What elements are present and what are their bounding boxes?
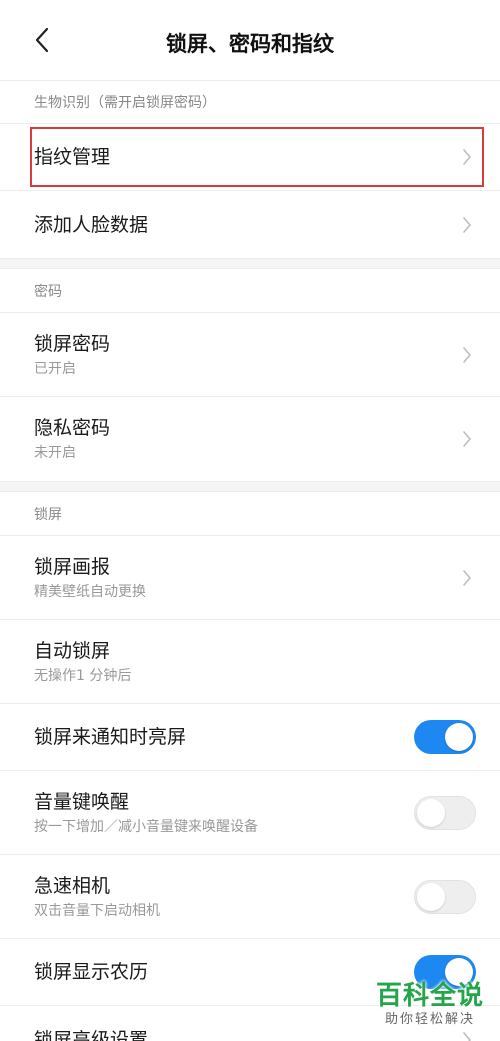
row-title: 锁屏显示农历 <box>34 961 149 983</box>
section-header-lockscreen: 锁屏 <box>0 492 500 536</box>
row-title: 锁屏高级设置 <box>34 1028 149 1041</box>
wake-on-notification-item[interactable]: 锁屏来通知时亮屏 <box>0 704 500 771</box>
row-title: 指纹管理 <box>34 146 111 168</box>
privacy-password-item[interactable]: 隐私密码 未开启 <box>0 397 500 481</box>
toggle-knob <box>417 798 445 827</box>
wake-on-notification-toggle[interactable] <box>414 720 476 754</box>
quick-camera-item[interactable]: 急速相机 双击音量下启动相机 <box>0 855 500 939</box>
chevron-right-icon <box>460 147 474 167</box>
lunar-calendar-toggle[interactable] <box>414 955 476 989</box>
row-title: 自动锁屏 <box>34 639 111 662</box>
row-subtitle: 精美壁纸自动更换 <box>34 583 146 600</box>
page-title: 锁屏、密码和指纹 <box>166 32 334 56</box>
row-title: 音量键唤醒 <box>34 790 130 813</box>
row-title: 锁屏来通知时亮屏 <box>34 726 187 748</box>
row-subtitle: 未开启 <box>34 445 76 461</box>
volume-key-wake-toggle[interactable] <box>414 795 476 830</box>
row-title: 急速相机 <box>34 874 111 897</box>
chevron-right-icon <box>460 1030 474 1041</box>
row-subtitle: 已开启 <box>34 360 76 377</box>
chevron-left-icon <box>35 27 49 53</box>
section-divider <box>0 481 500 492</box>
toggle-knob <box>445 723 473 751</box>
chevron-right-icon <box>460 215 474 235</box>
settings-page: 锁屏、密码和指纹 生物识别（需开启锁屏密码） 指纹管理 添加人脸数据 密码 锁屏… <box>0 0 500 1041</box>
section-header-biometrics: 生物识别（需开启锁屏密码） <box>0 81 500 124</box>
row-title: 锁屏密码 <box>34 332 111 355</box>
lunar-calendar-item[interactable]: 锁屏显示农历 <box>0 939 500 1006</box>
toggle-knob <box>445 958 473 986</box>
add-face-data-item[interactable]: 添加人脸数据 <box>0 191 500 258</box>
volume-key-wake-item[interactable]: 音量键唤醒 按一下增加／减小音量键来唤醒设备 <box>0 771 500 855</box>
section-header-password: 密码 <box>0 269 500 313</box>
chevron-right-icon <box>460 568 474 588</box>
row-subtitle: 无操作1 分钟后 <box>34 667 132 684</box>
section-divider <box>0 258 500 269</box>
row-title: 隐私密码 <box>34 417 111 439</box>
toggle-knob <box>417 882 445 911</box>
row-title: 锁屏画报 <box>34 555 111 578</box>
title-bar: 锁屏、密码和指纹 <box>0 0 500 81</box>
quick-camera-toggle[interactable] <box>414 879 476 914</box>
chevron-right-icon <box>460 345 474 365</box>
chevron-right-icon <box>460 429 474 449</box>
auto-lock-item[interactable]: 自动锁屏 无操作1 分钟后 <box>0 620 500 704</box>
row-subtitle: 双击音量下启动相机 <box>34 902 160 919</box>
row-title: 添加人脸数据 <box>34 213 149 236</box>
lockscreen-wallpaper-item[interactable]: 锁屏画报 精美壁纸自动更换 <box>0 536 500 620</box>
back-button[interactable] <box>22 20 62 60</box>
row-subtitle: 按一下增加／减小音量键来唤醒设备 <box>34 818 258 835</box>
advanced-lockscreen-settings-item[interactable]: 锁屏高级设置 <box>0 1006 500 1041</box>
lock-screen-password-item[interactable]: 锁屏密码 已开启 <box>0 313 500 397</box>
fingerprint-management-item[interactable]: 指纹管理 <box>0 124 500 191</box>
